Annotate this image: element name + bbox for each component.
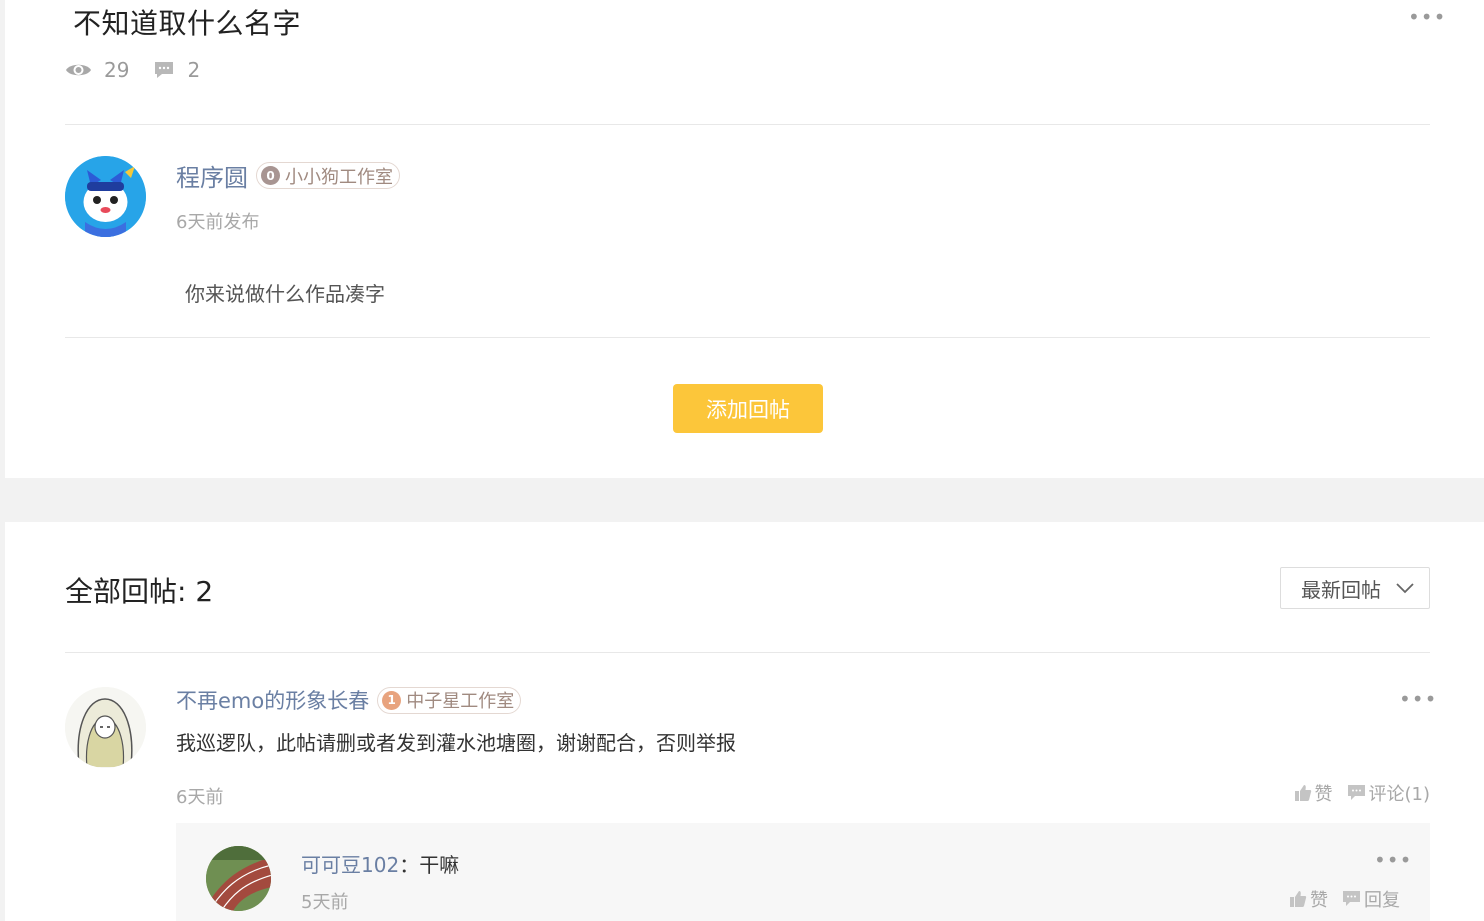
eye-icon	[66, 64, 91, 76]
reply-author-row: 不再emo的形象长春 1 中子星工作室	[176, 685, 522, 715]
dog-mascot-icon	[65, 156, 146, 237]
comment-line: 可可豆102 ： 干嘛	[301, 849, 459, 878]
divider	[65, 124, 1430, 125]
comment-time: 5天前	[301, 892, 349, 913]
running-track-icon	[206, 846, 271, 911]
chevron-down-icon	[1396, 583, 1414, 594]
like-label: 赞	[1314, 784, 1333, 805]
comments-stat: 2	[153, 58, 200, 82]
studio-name: 小小狗工作室	[285, 166, 393, 188]
reply-text: 我巡逻队，此帖请删或者发到灌水池塘圈，谢谢配合，否则举报	[176, 731, 736, 755]
studio-badge[interactable]: 0 小小狗工作室	[256, 162, 400, 189]
author-avatar[interactable]	[65, 156, 146, 237]
reply-actions: 赞 评论(1)	[1294, 780, 1431, 806]
hooded-figure-icon	[65, 687, 146, 768]
post-body: 你来说做什么作品凑字	[185, 282, 385, 306]
sort-label: 最新回帖	[1301, 577, 1381, 602]
comment-icon	[155, 62, 174, 78]
comment-actions: 赞 回复	[1289, 886, 1400, 912]
post-card: 不知道取什么名字 ••• 29 2 程序圆 0 小小狗工作室 6天前发布 你来说…	[5, 0, 1484, 478]
studio-name: 中子星工作室	[406, 691, 515, 712]
comment-label: 评论(1)	[1368, 784, 1431, 805]
commenter-avatar[interactable]	[206, 846, 271, 911]
reply-label: 回复	[1364, 890, 1400, 911]
views-count: 29	[104, 58, 130, 82]
replies-header: 全部回帖: 2	[65, 575, 214, 608]
comment-reply-button[interactable]: 回复	[1342, 886, 1400, 912]
comment-more-icon[interactable]: •••	[1374, 850, 1412, 870]
post-time: 6天前发布	[176, 212, 260, 233]
studio-badge[interactable]: 1 中子星工作室	[377, 686, 522, 714]
comments-count: 2	[187, 58, 201, 82]
comment-icon	[1347, 785, 1365, 800]
views-stat: 29	[65, 58, 129, 82]
post-more-icon[interactable]: •••	[1408, 7, 1446, 27]
post-author-row: 程序圆 0 小小狗工作室	[176, 158, 400, 193]
nested-comment: 可可豆102 ： 干嘛 ••• 5天前 赞 回复	[176, 823, 1430, 921]
comment-text: 干嘛	[419, 853, 460, 877]
sort-select[interactable]: 最新回帖	[1280, 567, 1430, 609]
level-badge: 1	[382, 690, 402, 710]
reply-time: 6天前	[176, 787, 224, 808]
thumbs-up-icon	[1294, 785, 1311, 801]
add-reply-button[interactable]: 添加回帖	[673, 384, 823, 433]
comment-icon	[1343, 891, 1360, 906]
replies-card: 全部回帖: 2 最新回帖 不再emo的形象长春 1 中子星工作室 ••• 我巡逻…	[5, 522, 1484, 921]
comment-button[interactable]: 评论(1)	[1347, 780, 1431, 806]
commenter-name[interactable]: 可可豆102	[301, 849, 399, 878]
divider	[65, 652, 1430, 653]
reply-avatar[interactable]	[65, 687, 146, 768]
comment-separator: ：	[399, 853, 420, 877]
author-name[interactable]: 程序圆	[176, 158, 248, 193]
like-label: 赞	[1310, 890, 1328, 911]
level-badge: 0	[261, 166, 280, 185]
comment-like-button[interactable]: 赞	[1289, 886, 1328, 912]
post-stats: 29 2	[65, 58, 224, 82]
divider	[65, 337, 1430, 338]
like-button[interactable]: 赞	[1294, 780, 1333, 806]
reply-more-icon[interactable]: •••	[1399, 689, 1437, 709]
thumbs-up-icon	[1290, 891, 1307, 907]
post-title: 不知道取什么名字	[73, 7, 302, 40]
reply-author-name[interactable]: 不再emo的形象长春	[176, 685, 369, 715]
